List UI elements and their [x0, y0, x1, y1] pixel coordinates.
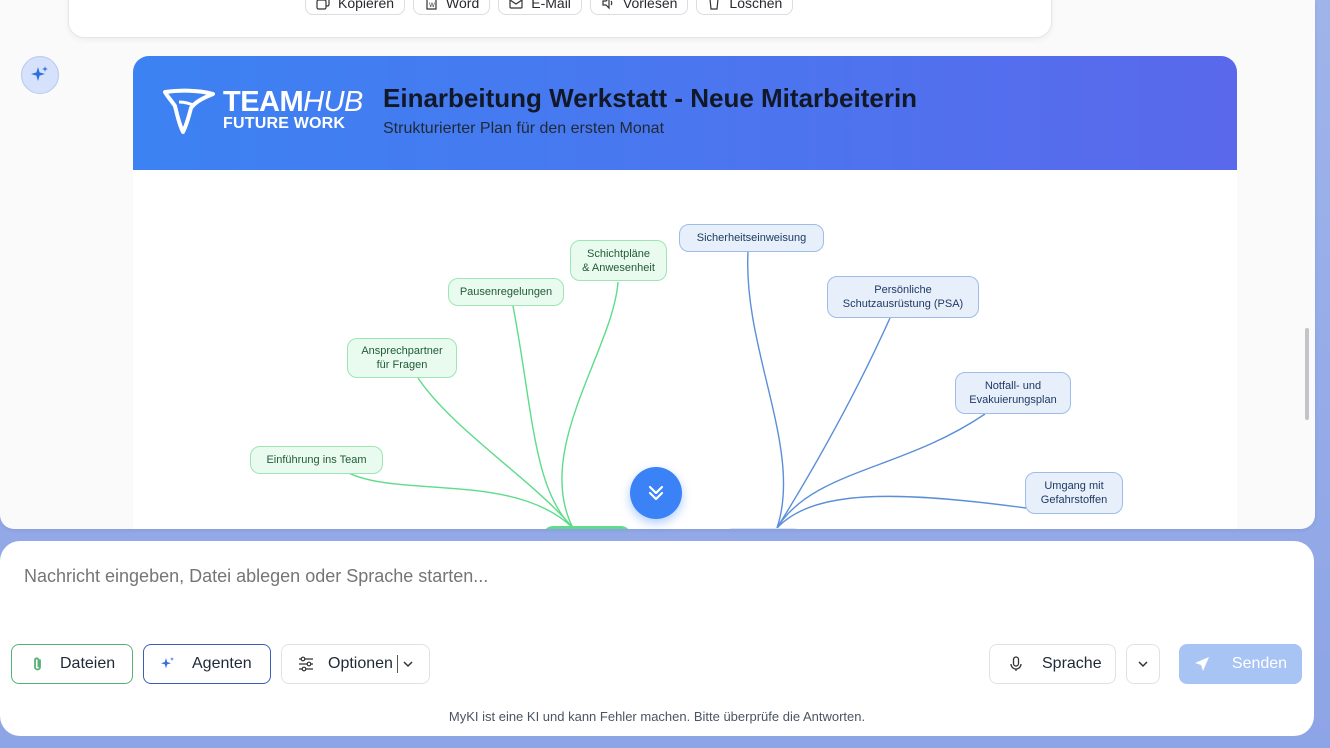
node-einfuehrung-team[interactable]: Einführung ins Team: [250, 446, 383, 474]
word-doc-icon: W: [426, 0, 437, 10]
root-node-green: [545, 526, 629, 529]
connector-shifts: [561, 281, 619, 529]
ai-avatar: [21, 56, 59, 94]
scroll-down-button[interactable]: [630, 467, 682, 519]
agents-button[interactable]: Agenten: [143, 644, 271, 684]
node-gefahrstoffe[interactable]: Umgang mit Gefahrstoffen: [1025, 472, 1123, 514]
node-notfallplan-label: Notfall- und Evakuierungsplan: [969, 380, 1057, 406]
copy-button[interactable]: Kopieren: [305, 0, 406, 15]
voice-options-button[interactable]: [1126, 644, 1160, 684]
files-button[interactable]: Dateien: [11, 644, 133, 684]
word-label: Word: [446, 0, 480, 11]
speaker-icon: [602, 0, 613, 10]
node-psa[interactable]: Persönliche Schutzausrüstung (PSA): [827, 276, 979, 318]
node-notfallplan[interactable]: Notfall- und Evakuierungsplan: [955, 372, 1071, 414]
delete-label: Löschen: [729, 0, 783, 11]
node-ansprechpartner[interactable]: Ansprechpartner für Fragen: [347, 338, 457, 378]
delete-button[interactable]: Löschen: [696, 0, 794, 15]
sparkle-icon: [31, 66, 48, 81]
connector-contact: [417, 377, 574, 529]
teamhub-logo-icon: [163, 88, 215, 134]
chat-scrollbar[interactable]: [1305, 328, 1309, 420]
email-button[interactable]: E-Mail: [498, 0, 582, 15]
agents-label: Agenten: [192, 655, 252, 672]
svg-text:W: W: [429, 2, 435, 9]
send-label: Senden: [1231, 655, 1288, 672]
connector-emergency: [776, 413, 986, 529]
sparkle-icon: [161, 657, 174, 669]
node-psa-label: Persönliche Schutzausrüstung (PSA): [842, 284, 964, 310]
read-aloud-label: Vorlesen: [622, 0, 678, 11]
mindmap: Einführung ins Team Ansprechpartner für …: [133, 170, 1237, 529]
connector-safety: [747, 251, 785, 529]
read-aloud-button[interactable]: Vorlesen: [589, 0, 689, 15]
microphone-icon: [1010, 656, 1022, 671]
card-header: TEAMHUB FUTURE WORK Einarbeitung Werksta…: [133, 56, 1237, 170]
card-subtitle: Strukturierter Plan für den ersten Monat: [383, 120, 665, 137]
copy-icon: [316, 0, 330, 10]
options-divider: [396, 655, 398, 673]
ai-disclaimer: MyKI ist eine KI und kann Fehler machen.…: [448, 709, 866, 724]
send-button[interactable]: Senden: [1179, 644, 1302, 684]
voice-label: Sprache: [1042, 655, 1102, 672]
voice-button[interactable]: Sprache: [989, 644, 1116, 684]
teamhub-logo: TEAMHUB FUTURE WORK: [161, 88, 363, 134]
message-actions: Kopieren W Word E-Mail Vorlesen Löschen: [305, 0, 794, 15]
node-gefahrstoffe-label: Umgang mit Gefahrstoffen: [1040, 480, 1108, 506]
node-schichtplaene[interactable]: Schichtpläne & Anwesenheit: [570, 240, 667, 281]
chevron-down-icon: [1138, 661, 1148, 668]
logo-subtitle: FUTURE WORK: [223, 115, 346, 132]
previous-message: Kopieren W Word E-Mail Vorlesen Löschen: [68, 0, 1052, 38]
options-button[interactable]: Optionen: [281, 644, 430, 684]
trash-icon: [709, 0, 719, 10]
message-composer: Dateien Agenten Optionen Sprache Senden …: [0, 541, 1314, 736]
email-label: E-Mail: [531, 0, 571, 11]
copy-label: Kopieren: [338, 0, 395, 11]
node-sicherheitseinweisung[interactable]: Sicherheitseinweisung: [679, 224, 824, 252]
options-label: Optionen: [328, 655, 393, 672]
logo-main-bold: TEAM: [223, 86, 304, 118]
send-icon: [1194, 657, 1209, 671]
sliders-icon: [299, 656, 313, 672]
logo-main-light: HUB: [303, 86, 363, 118]
connector-team: [342, 469, 574, 529]
message-input[interactable]: [22, 565, 1226, 588]
files-label: Dateien: [60, 655, 116, 672]
card-title: Einarbeitung Werkstatt - Neue Mitarbeite…: [383, 83, 918, 113]
node-schichtplaene-label: Schichtpläne & Anwesenheit: [582, 247, 655, 274]
node-pausenregelungen[interactable]: Pausenregelungen: [448, 278, 564, 306]
paperclip-icon: [34, 657, 41, 671]
email-icon: [509, 0, 523, 9]
word-button[interactable]: W Word: [413, 0, 491, 15]
chevron-down-icon: [403, 661, 413, 668]
chat-area: Kopieren W Word E-Mail Vorlesen Löschen: [0, 0, 1315, 529]
onboarding-card: TEAMHUB FUTURE WORK Einarbeitung Werksta…: [133, 56, 1237, 529]
connector-hazard: [776, 495, 1027, 529]
connector-breaks: [512, 305, 574, 529]
node-ansprechpartner-label: Ansprechpartner für Fragen: [361, 345, 443, 371]
root-node-blue: [728, 528, 798, 529]
double-chevron-down-icon: [648, 485, 664, 501]
